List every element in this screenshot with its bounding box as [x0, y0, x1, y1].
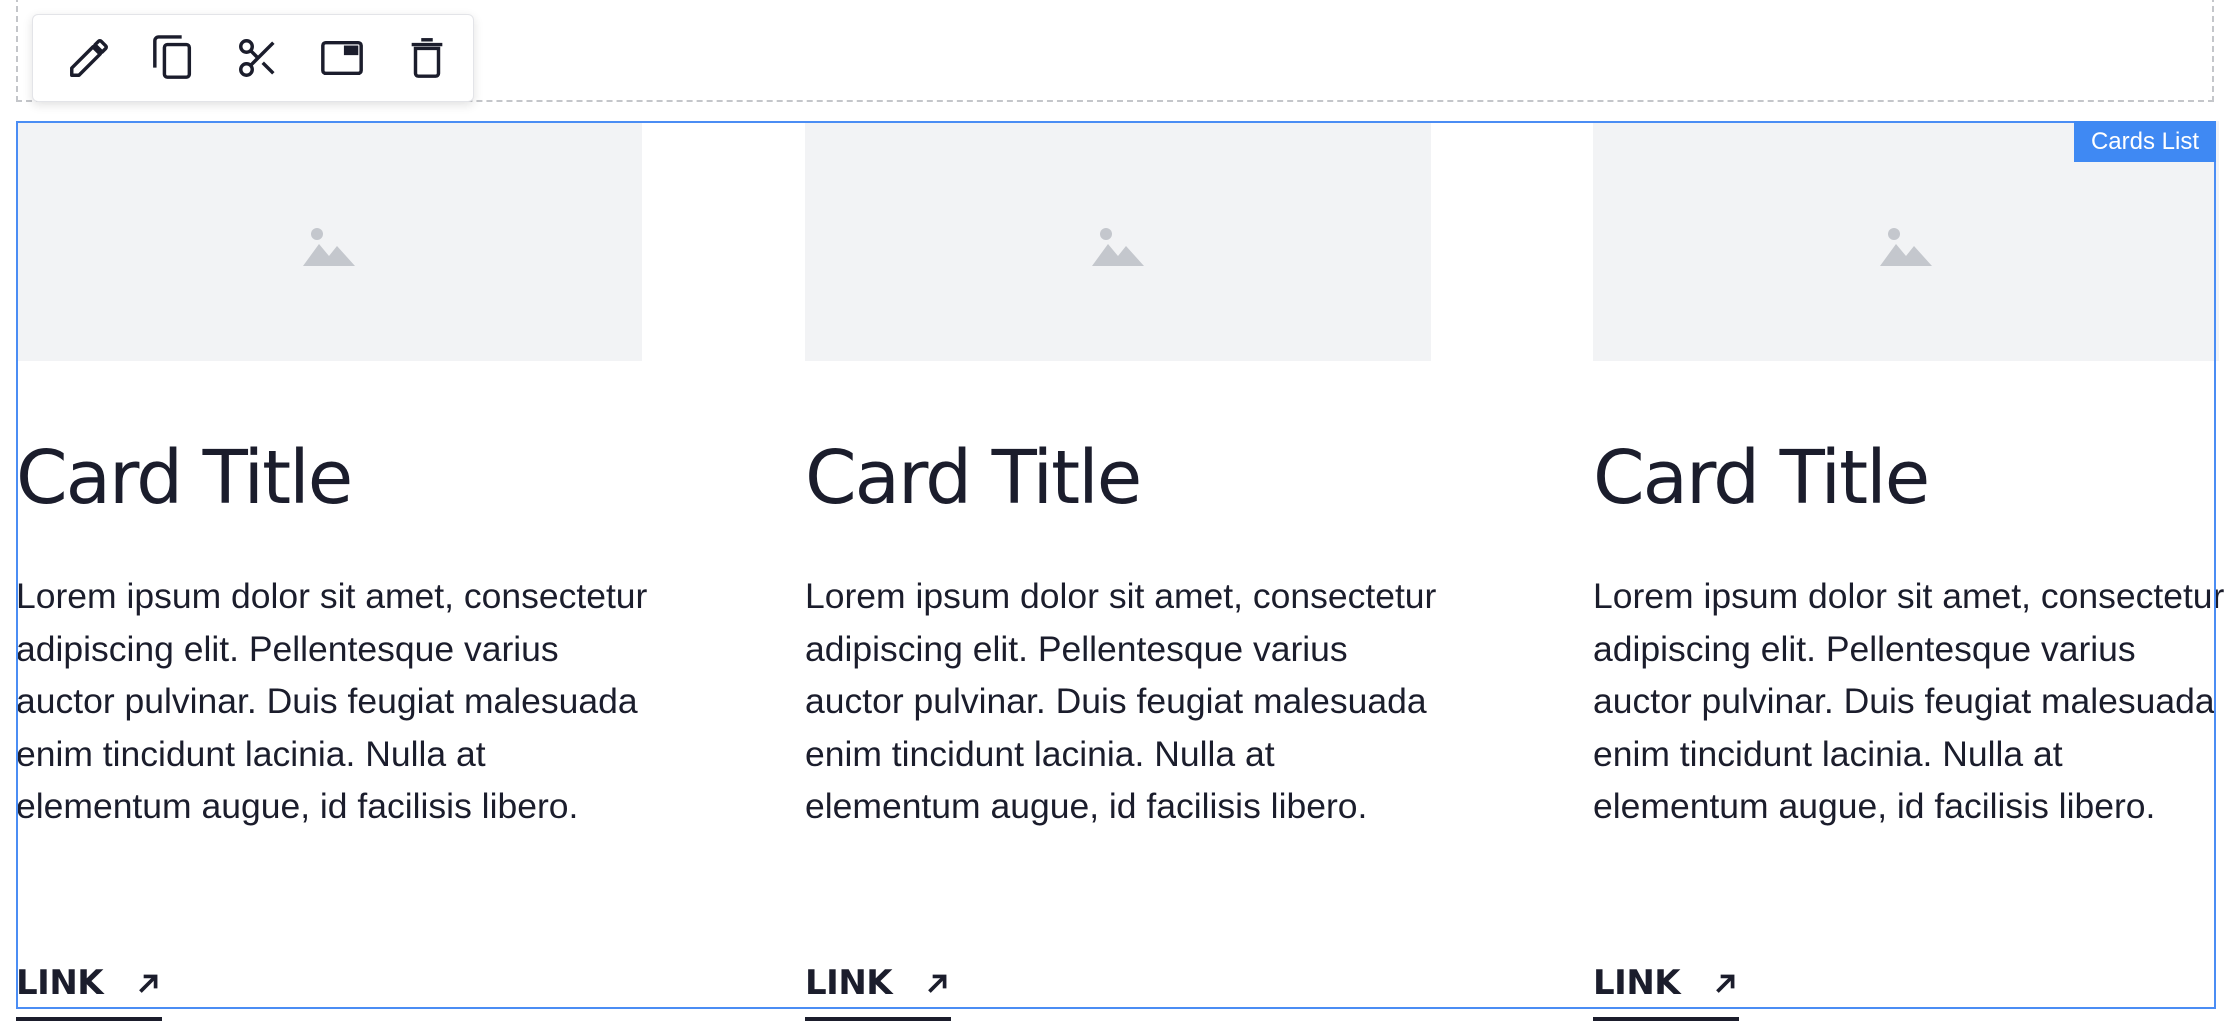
copy-icon [152, 35, 191, 79]
scissors-icon [239, 39, 275, 77]
move-button[interactable] [304, 23, 380, 93]
block-toolbar [32, 14, 474, 102]
delete-button[interactable] [389, 23, 465, 93]
pencil-icon [70, 39, 109, 77]
trash-icon [411, 38, 443, 78]
block-type-badge: Cards List [2073, 121, 2216, 162]
duplicate-button[interactable] [135, 23, 211, 93]
window-icon [321, 40, 364, 76]
cards-list-selection-frame[interactable]: Cards List [16, 121, 2216, 1009]
cut-button[interactable] [220, 23, 296, 93]
edit-button[interactable] [51, 23, 127, 93]
